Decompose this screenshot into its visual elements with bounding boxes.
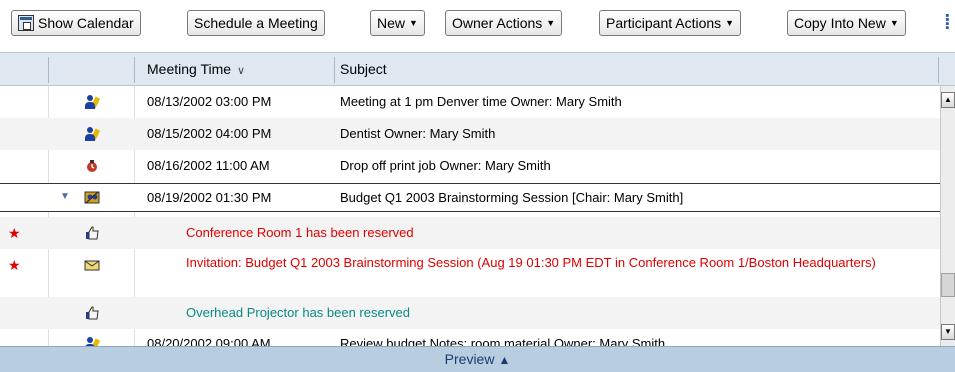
scrollbar-thumb[interactable] bbox=[941, 273, 955, 297]
child-notice-text: Overhead Projector has been reserved bbox=[186, 305, 411, 320]
chevron-down-icon: ▼ bbox=[546, 18, 556, 28]
column-header-subject[interactable]: Subject bbox=[340, 61, 387, 77]
show-calendar-label: Show Calendar bbox=[38, 15, 134, 31]
toolbar-overflow-icon[interactable]: ⁞ bbox=[944, 12, 955, 36]
expand-twisty-icon[interactable]: ▼ bbox=[60, 191, 70, 202]
person-pen-icon bbox=[84, 126, 101, 142]
scroll-up-button[interactable]: ▲ bbox=[941, 92, 955, 108]
unread-star-icon: ★ bbox=[8, 257, 21, 273]
column-divider[interactable] bbox=[334, 57, 335, 83]
table-row[interactable]: 08/16/2002 11:00 AM Drop off print job O… bbox=[0, 150, 940, 182]
child-list-item[interactable]: Overhead Projector has been reserved bbox=[0, 297, 940, 329]
calendar-icon bbox=[18, 15, 34, 31]
column-divider[interactable] bbox=[938, 57, 939, 83]
copy-into-new-label: Copy Into New bbox=[794, 15, 886, 31]
scroll-down-button[interactable]: ▼ bbox=[941, 324, 955, 340]
subject-cell: Budget Q1 2003 Brainstorming Session [Ch… bbox=[340, 190, 684, 205]
chevron-down-icon: ▼ bbox=[725, 18, 735, 28]
toolbar: Show Calendar Schedule a Meeting New ▼ O… bbox=[0, 0, 955, 52]
table-row[interactable]: 08/13/2002 03:00 PM Meeting at 1 pm Denv… bbox=[0, 86, 940, 118]
child-notice-text: Invitation: Budget Q1 2003 Brainstorming… bbox=[186, 255, 876, 270]
subject-cell: Meeting at 1 pm Denver time Owner: Mary … bbox=[340, 94, 622, 109]
schedule-meeting-label: Schedule a Meeting bbox=[194, 15, 318, 31]
preview-label: Preview bbox=[444, 351, 495, 367]
new-button[interactable]: New ▼ bbox=[370, 10, 425, 36]
meeting-time-cell: 08/16/2002 11:00 AM bbox=[147, 158, 270, 173]
participant-actions-button[interactable]: Participant Actions ▼ bbox=[599, 10, 742, 36]
meeting-time-cell: 08/20/2002 09:00 AM bbox=[147, 336, 271, 346]
meeting-time-cell: 08/13/2002 03:00 PM bbox=[147, 94, 272, 109]
person-pen-icon bbox=[84, 336, 101, 346]
owner-actions-label: Owner Actions bbox=[452, 15, 543, 31]
chevron-down-icon: ▼ bbox=[889, 18, 899, 28]
column-header-row: Meeting Time ∨ Subject bbox=[0, 52, 955, 86]
copy-into-new-button[interactable]: Copy Into New ▼ bbox=[787, 10, 906, 36]
person-pen-icon bbox=[84, 94, 101, 110]
child-list-item[interactable]: ★ Invitation: Budget Q1 2003 Brainstormi… bbox=[0, 249, 940, 297]
new-label: New bbox=[377, 15, 406, 31]
unread-star-icon: ★ bbox=[8, 225, 21, 241]
subject-cell: Review budget Notes: room material Owner… bbox=[340, 336, 666, 346]
table-row[interactable]: 08/20/2002 09:00 AM Review budget Notes:… bbox=[0, 336, 940, 346]
subject-cell: Drop off print job Owner: Mary Smith bbox=[340, 158, 551, 173]
meeting-time-label: Meeting Time bbox=[147, 61, 232, 77]
column-divider[interactable] bbox=[48, 57, 49, 83]
table-row[interactable]: 08/15/2002 04:00 PM Dentist Owner: Mary … bbox=[0, 118, 940, 150]
meeting-time-cell: 08/15/2002 04:00 PM bbox=[147, 126, 272, 141]
thumbs-up-icon bbox=[84, 225, 100, 241]
chevron-down-icon: ▼ bbox=[409, 18, 418, 28]
meeting-time-cell: 08/19/2002 01:30 PM bbox=[147, 190, 272, 205]
sort-descending-icon: ∨ bbox=[237, 65, 246, 77]
show-calendar-button[interactable]: Show Calendar bbox=[11, 10, 141, 36]
vertical-scrollbar[interactable]: ▲ ▼ bbox=[940, 86, 955, 346]
reminder-icon bbox=[84, 158, 100, 174]
arrow-up-icon: ▲ bbox=[498, 353, 511, 367]
preview-toggle-bar[interactable]: Preview ▲ bbox=[0, 346, 955, 372]
meeting-list: 08/13/2002 03:00 PM Meeting at 1 pm Denv… bbox=[0, 86, 940, 346]
column-divider[interactable] bbox=[134, 57, 135, 83]
meeting-icon bbox=[84, 189, 100, 205]
envelope-icon bbox=[84, 257, 100, 273]
table-row-selected[interactable]: ▼ 08/19/2002 01:30 PM Budget Q1 2003 Bra… bbox=[0, 183, 940, 212]
child-list-item[interactable]: ★ Conference Room 1 has been reserved bbox=[0, 217, 940, 249]
owner-actions-button[interactable]: Owner Actions ▼ bbox=[445, 10, 563, 36]
column-header-meeting-time[interactable]: Meeting Time ∨ bbox=[147, 61, 245, 77]
subject-cell: Dentist Owner: Mary Smith bbox=[340, 126, 496, 141]
child-notice-text: Conference Room 1 has been reserved bbox=[186, 225, 414, 240]
thumbs-up-icon bbox=[84, 305, 100, 321]
participant-actions-label: Participant Actions bbox=[606, 15, 722, 31]
schedule-meeting-button[interactable]: Schedule a Meeting bbox=[187, 10, 325, 36]
